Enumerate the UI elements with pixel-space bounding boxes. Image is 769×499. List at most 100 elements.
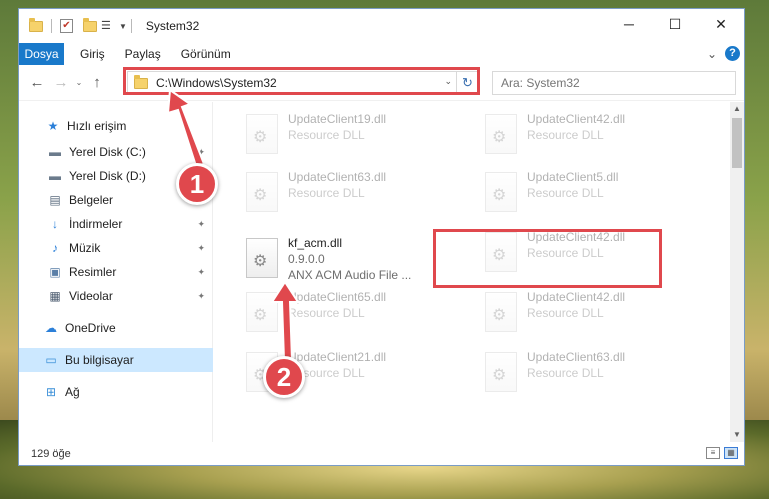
sidebar-item-label: Ağ xyxy=(65,385,80,399)
window-controls: ─ ☐ ✕ xyxy=(606,9,744,39)
dll-file-icon xyxy=(485,352,517,392)
file-description: Resource DLL xyxy=(288,306,365,320)
close-button[interactable]: ✕ xyxy=(698,9,744,39)
file-name: UpdateClient5.dll xyxy=(527,170,619,184)
up-button[interactable]: ↑ xyxy=(85,74,109,91)
view-toggle: ≡ ▦ xyxy=(706,447,738,459)
dll-file-icon xyxy=(246,292,278,332)
back-button[interactable]: ← xyxy=(25,74,49,91)
network-icon: ⊞ xyxy=(45,385,57,399)
scroll-up-button[interactable]: ▲ xyxy=(730,102,744,116)
file-item[interactable]: UpdateClient63.dll Resource DLL xyxy=(236,168,466,216)
address-dropdown-icon[interactable]: ⌄ xyxy=(444,76,452,87)
file-explorer-window: ✔ ☰ ▼ System32 ─ ☐ ✕ Dosya Giriş Paylaş … xyxy=(18,8,745,466)
tab-file[interactable]: Dosya xyxy=(19,43,64,65)
dll-file-icon xyxy=(485,172,517,212)
file-name: UpdateClient65.dll xyxy=(288,290,387,304)
sidebar-item[interactable]: ★ Hızlı erişim xyxy=(19,114,213,138)
file-description: Resource DLL xyxy=(527,128,604,142)
sidebar-item[interactable]: ▦ Videolar ✦ xyxy=(19,284,213,308)
file-name: UpdateClient63.dll xyxy=(288,170,387,184)
recent-locations-button[interactable]: ⌄ xyxy=(73,78,85,87)
scroll-down-button[interactable]: ▼ xyxy=(730,428,744,442)
file-item[interactable]: UpdateClient42.dll Resource DLL xyxy=(475,288,705,336)
drive-icon: ▬ xyxy=(49,145,61,159)
sidebar-item[interactable]: ⊞ Ağ xyxy=(19,380,213,404)
file-item[interactable]: UpdateClient19.dll Resource DLL xyxy=(236,110,466,158)
sidebar-item[interactable]: ▣ Resimler ✦ xyxy=(19,260,213,284)
pin-icon[interactable]: ✦ xyxy=(197,219,205,230)
ribbon-controls: ⌄ ? xyxy=(707,46,740,61)
sidebar-item[interactable]: ☁ OneDrive xyxy=(19,316,213,340)
file-description: 0.9.0.0 xyxy=(288,252,325,266)
file-item[interactable]: UpdateClient42.dll Resource DLL xyxy=(475,228,705,276)
help-icon[interactable]: ? xyxy=(725,46,740,61)
expand-ribbon-icon[interactable]: ⌄ xyxy=(707,47,717,61)
file-name: UpdateClient19.dll xyxy=(288,112,387,126)
computer-icon: ▭ xyxy=(45,353,57,367)
file-type: ANX ACM Audio File ... xyxy=(288,268,412,282)
file-name: UpdateClient42.dll xyxy=(527,112,626,126)
sidebar-item-label: Videolar xyxy=(69,289,113,303)
new-folder-icon[interactable] xyxy=(83,17,97,32)
details-view-button[interactable]: ≡ xyxy=(706,447,720,459)
folder-icon xyxy=(134,74,148,89)
vertical-scrollbar[interactable]: ▲ ▼ xyxy=(730,102,744,442)
sidebar-item-label: Hızlı erişim xyxy=(67,119,127,133)
sidebar-item[interactable]: ▭ Bu bilgisayar xyxy=(19,348,213,372)
pin-icon[interactable]: ✦ xyxy=(197,267,205,278)
file-name: UpdateClient42.dll xyxy=(527,230,626,244)
window-title: System32 xyxy=(145,19,200,33)
file-item[interactable]: UpdateClient65.dll Resource DLL xyxy=(236,288,466,336)
dll-file-icon xyxy=(246,172,278,212)
search-input[interactable] xyxy=(492,71,736,95)
sidebar-item-label: Yerel Disk (D:) xyxy=(69,169,146,183)
pin-icon[interactable]: ✦ xyxy=(197,243,205,254)
sidebar-item-label: Yerel Disk (C:) xyxy=(69,145,146,159)
toolbar-separator xyxy=(51,19,52,33)
file-item[interactable]: UpdateClient42.dll Resource DLL xyxy=(475,110,705,158)
dll-file-icon xyxy=(485,114,517,154)
refresh-button[interactable]: ↻ xyxy=(456,72,478,94)
properties-check-icon[interactable]: ✔ xyxy=(60,19,73,33)
file-name: UpdateClient21.dll xyxy=(288,350,387,364)
scroll-thumb[interactable] xyxy=(732,118,742,168)
sidebar-item[interactable]: ▬ Yerel Disk (C:) ✦ xyxy=(19,140,213,164)
pin-icon[interactable]: ✦ xyxy=(197,291,205,302)
ribbon-tabs: Dosya Giriş Paylaş Görünüm ⌄ ? xyxy=(19,43,744,65)
chevron-down-icon[interactable]: ▼ xyxy=(119,22,127,31)
sidebar-item-label: Bu bilgisayar xyxy=(65,353,134,367)
videos-icon: ▦ xyxy=(49,289,61,303)
sidebar-item-label: OneDrive xyxy=(65,321,116,335)
address-path[interactable]: C:\Windows\System32 xyxy=(156,76,277,90)
customize-toolbar-icon[interactable]: ☰ xyxy=(101,20,115,33)
dll-file-icon xyxy=(485,232,517,272)
folder-icon xyxy=(29,17,43,32)
file-description: Resource DLL xyxy=(527,366,604,380)
file-description: Resource DLL xyxy=(527,246,604,260)
download-icon: ↓ xyxy=(52,217,58,231)
minimize-button[interactable]: ─ xyxy=(606,9,652,39)
pin-icon[interactable]: ✦ xyxy=(197,147,205,158)
sidebar-item[interactable]: ↓ İndirmeler ✦ xyxy=(19,212,213,236)
status-bar: 129 öğe ≡ ▦ xyxy=(19,442,744,466)
dll-file-icon xyxy=(485,292,517,332)
drive-icon: ▬ xyxy=(49,169,61,183)
file-description: Resource DLL xyxy=(527,306,604,320)
dll-file-icon xyxy=(246,114,278,154)
tab-share[interactable]: Paylaş xyxy=(115,43,171,65)
sidebar-item[interactable]: ♪ Müzik ✦ xyxy=(19,236,213,260)
tab-view[interactable]: Görünüm xyxy=(171,43,241,65)
file-item-selected[interactable]: kf_acm.dll 0.9.0.0 ANX ACM Audio File ... xyxy=(236,234,466,282)
file-item[interactable]: UpdateClient5.dll Resource DLL xyxy=(475,168,705,216)
maximize-button[interactable]: ☐ xyxy=(652,9,698,39)
music-icon: ♪ xyxy=(52,241,58,255)
forward-button[interactable]: → xyxy=(49,74,73,91)
sidebar-item-label: Müzik xyxy=(69,241,101,255)
address-bar[interactable]: C:\Windows\System32 ⌄ ↻ xyxy=(127,71,479,95)
title-separator xyxy=(130,19,132,33)
file-item[interactable]: UpdateClient63.dll Resource DLL xyxy=(475,348,705,396)
tab-home[interactable]: Giriş xyxy=(70,43,115,65)
tiles-view-button[interactable]: ▦ xyxy=(724,447,738,459)
item-count: 129 öğe xyxy=(31,448,71,460)
